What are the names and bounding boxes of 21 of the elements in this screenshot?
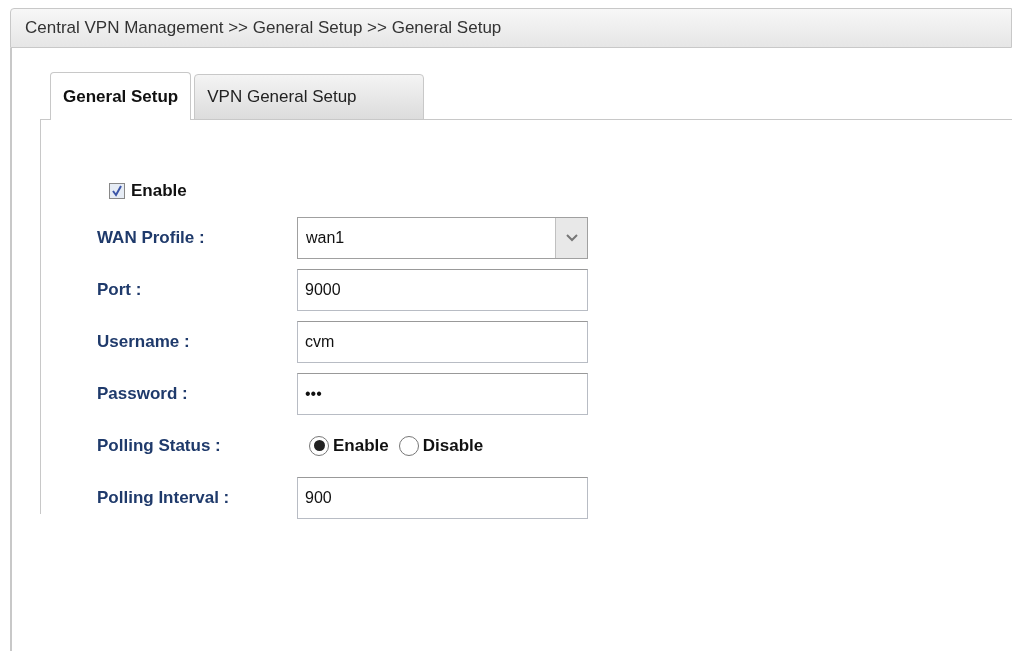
checkbox[interactable] <box>109 182 125 199</box>
field-label: Polling Interval : <box>97 486 231 509</box>
tab[interactable]: VPN General Setup <box>194 74 425 120</box>
input-field[interactable]: 9000 <box>297 268 588 311</box>
field-label: Port : <box>97 278 143 301</box>
radio-button[interactable] <box>398 435 419 456</box>
field-label: Password : <box>97 382 189 405</box>
input-field[interactable]: ••• <box>297 372 588 415</box>
tab[interactable]: General Setup <box>50 72 192 120</box>
radio-label: Enable <box>333 434 389 457</box>
field-label: Username : <box>97 330 191 353</box>
radio-button[interactable] <box>309 435 329 456</box>
radio-label: Disable <box>422 434 484 457</box>
field-label: Polling Status : <box>97 434 222 457</box>
checkbox-label: Enable <box>131 180 187 202</box>
field-label: WAN Profile : <box>97 226 206 249</box>
input-field[interactable]: 900 <box>297 476 588 519</box>
breadcrumb: Central VPN Management >> General Setup >> General Setup <box>25 17 502 40</box>
dropdown[interactable]: wan1 <box>297 216 588 259</box>
caret-icon <box>555 217 587 258</box>
input-field[interactable]: cvm <box>297 320 588 363</box>
